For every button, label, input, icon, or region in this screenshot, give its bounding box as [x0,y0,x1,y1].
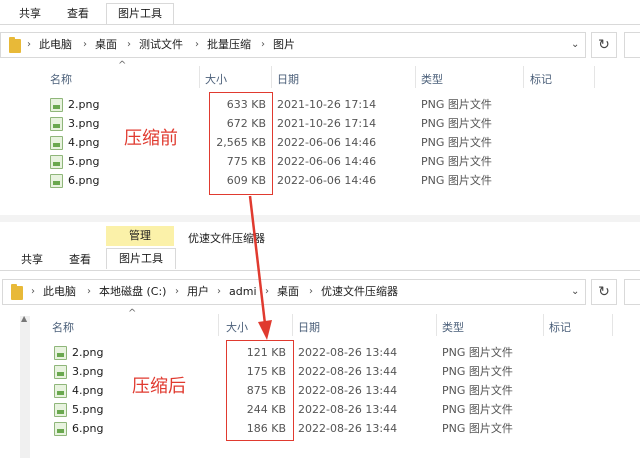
annotation-arrow [248,195,272,340]
arrow-shaft [248,195,267,325]
arrow-head [258,320,272,340]
